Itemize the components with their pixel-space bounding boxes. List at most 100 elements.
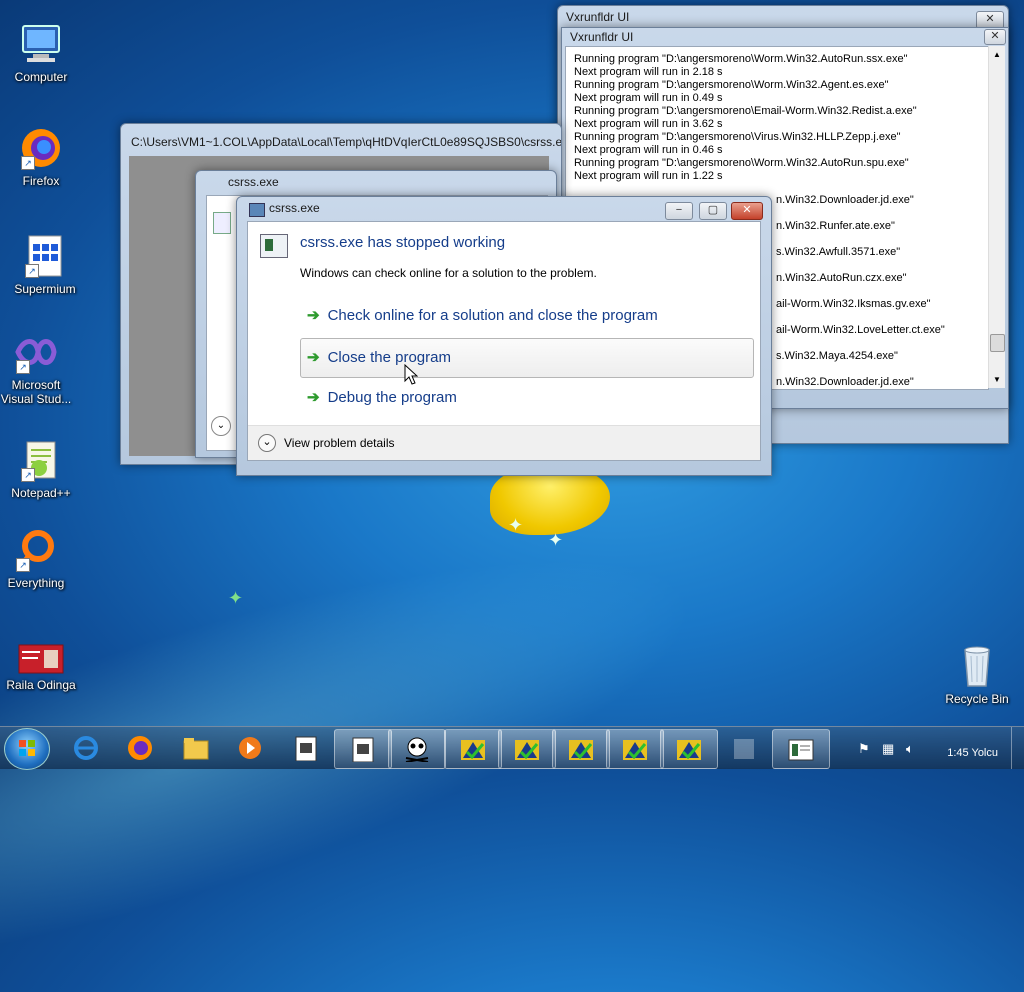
app-window-icon	[788, 739, 814, 761]
taskbar-warning-app[interactable]	[660, 729, 718, 769]
taskbar-firefox[interactable]	[112, 729, 168, 767]
taskbar-media-player[interactable]	[222, 729, 278, 767]
warning-check-icon	[461, 740, 485, 760]
computer-icon	[19, 22, 63, 66]
taskbar-ie[interactable]	[58, 729, 114, 767]
close-button[interactable]: ✕	[984, 29, 1006, 45]
taskbar-warning-app[interactable]	[552, 729, 610, 769]
window-title: C:\Users\VM1~1.COL\AppData\Local\Temp\qH…	[131, 135, 561, 149]
maximize-button[interactable]: ▢	[699, 202, 727, 220]
taskbar-explorer[interactable]	[168, 729, 224, 767]
log-line: ail-Worm.Win32.LoveLetter.ct.exe"	[776, 324, 945, 336]
chevron-down-icon[interactable]: ⌄	[211, 416, 231, 436]
shortcut-arrow-icon: ↗	[21, 156, 35, 170]
app-window-icon	[352, 737, 374, 762]
vertical-scrollbar[interactable]: ▲ ▼	[988, 46, 1005, 388]
option-label: Close the program	[327, 349, 451, 366]
desktop-icon-recycle-bin[interactable]: Recycle Bin	[937, 644, 1017, 706]
desktop-icon-label: Microsoft Visual Stud...	[0, 378, 72, 406]
taskbar-skull-app[interactable]	[388, 729, 446, 769]
app-icon	[249, 203, 265, 217]
log-line: n.Win32.AutoRun.czx.exe"	[776, 272, 907, 284]
log-line: Next program will run in 0.46 s	[574, 144, 723, 156]
dialog-heading: csrss.exe has stopped working	[300, 234, 506, 251]
scroll-down-icon[interactable]: ▼	[993, 375, 1001, 384]
wallpaper-sparkle: ✦	[228, 588, 244, 608]
firefox-icon: ↗	[19, 126, 63, 170]
debug-program-button[interactable]: ➔ Debug the program	[300, 378, 754, 418]
warning-check-icon	[569, 740, 593, 760]
minimize-button[interactable]: −	[665, 202, 693, 220]
desktop-icon-label: Recycle Bin	[945, 692, 1009, 706]
window-title: csrss.exe	[228, 175, 279, 189]
desktop-icon-label: Supermium	[14, 282, 76, 296]
window-title: Vxrunfldr UI	[570, 30, 634, 44]
desktop-icon-label: Everything	[7, 576, 65, 590]
image-file-icon	[18, 644, 64, 674]
mouse-cursor-icon	[404, 364, 418, 385]
window-title: Vxrunfldr UI	[566, 10, 630, 24]
error-dialog[interactable]: csrss.exe − ▢ ✕ csrss.exe has stopped wo…	[236, 196, 772, 476]
desktop-icon-label: Computer	[14, 70, 68, 84]
log-line: s.Win32.Maya.4254.exe"	[776, 350, 898, 362]
app-icon	[213, 212, 231, 234]
desktop-icon-supermium[interactable]: ↗ Supermium	[5, 234, 85, 296]
shortcut-arrow-icon: ↗	[16, 360, 30, 374]
taskbar-faded-app[interactable]	[716, 729, 772, 767]
scroll-thumb[interactable]	[990, 334, 1005, 352]
log-line: Next program will run in 2.18 s	[574, 66, 723, 78]
log-line: Running program "D:\angersmoreno\Email-W…	[574, 105, 917, 117]
taskbar-app-window[interactable]	[278, 729, 334, 767]
wallpaper-light-beam	[0, 428, 825, 992]
taskbar-app-window[interactable]	[772, 729, 830, 769]
desktop-icon-visual-studio[interactable]: ↗ Microsoft Visual Stud...	[0, 330, 76, 406]
tray-volume-icon[interactable]: 🔈︎	[906, 741, 914, 757]
desktop-icon-label: Raila Odinga	[6, 678, 76, 692]
desktop-icon-raila-odinga[interactable]: Raila Odinga	[1, 644, 81, 692]
desktop-icon-everything[interactable]: ↗ Everything	[0, 528, 76, 590]
green-arrow-icon: ➔	[307, 389, 320, 406]
view-details-link[interactable]: View problem details	[284, 436, 395, 450]
media-player-icon	[239, 737, 261, 759]
notepadpp-icon: ↗	[19, 438, 63, 482]
desktop-icon-label: Notepad++	[11, 486, 71, 500]
supermium-icon: ↗	[23, 234, 67, 278]
log-line: Next program will run in 1.22 s	[574, 170, 723, 182]
shortcut-arrow-icon: ↗	[25, 264, 39, 278]
program-icon	[260, 234, 288, 258]
green-arrow-icon: ➔	[307, 307, 320, 324]
tray-network-icon[interactable]: ▦	[882, 741, 894, 757]
desktop-icon-computer[interactable]: Computer	[1, 22, 81, 84]
taskbar-app-window[interactable]	[334, 729, 392, 769]
warning-check-icon	[623, 740, 647, 760]
green-arrow-icon: ➔	[307, 349, 320, 366]
taskbar-warning-app[interactable]	[606, 729, 664, 769]
desktop-icon-firefox[interactable]: ↗ Firefox	[1, 126, 81, 188]
tray-flag-icon[interactable]: ⚑	[858, 741, 870, 757]
start-button[interactable]	[4, 728, 50, 770]
close-button[interactable]: ✕	[731, 202, 763, 220]
wallpaper-sparkle: ✦	[548, 530, 564, 550]
log-line: s.Win32.Awfull.3571.exe"	[776, 246, 901, 258]
log-line: Running program "D:\angersmoreno\Worm.Wi…	[574, 157, 909, 169]
close-program-button[interactable]: ➔ Close the program	[300, 338, 754, 378]
dialog-footer: ⌄ View problem details	[248, 425, 760, 460]
chevron-down-icon[interactable]: ⌄	[258, 434, 276, 452]
desktop-icon-notepadpp[interactable]: ↗ Notepad++	[1, 438, 81, 500]
everything-search-icon: ↗	[14, 528, 58, 572]
firefox-icon	[128, 736, 152, 760]
log-line: Next program will run in 0.49 s	[574, 92, 723, 104]
warning-check-icon	[677, 740, 701, 760]
taskbar-warning-app[interactable]	[444, 729, 502, 769]
folder-icon	[183, 738, 209, 760]
check-online-button[interactable]: ➔ Check online for a solution and close t…	[300, 296, 754, 336]
app-window-icon	[295, 736, 317, 761]
taskbar: ⚑ ▦ 🔈︎ 1:45 Yolcu	[0, 726, 1024, 770]
warning-check-icon	[515, 740, 539, 760]
show-desktop-button[interactable]	[1011, 727, 1024, 769]
log-tail-column: n.Win32.Downloader.jd.exe" n.Win32.Runfe…	[768, 187, 945, 389]
taskbar-warning-app[interactable]	[498, 729, 556, 769]
internet-explorer-icon	[74, 736, 98, 760]
scroll-up-icon[interactable]: ▲	[993, 50, 1001, 59]
taskbar-clock[interactable]: 1:45 Yolcu	[947, 747, 998, 759]
